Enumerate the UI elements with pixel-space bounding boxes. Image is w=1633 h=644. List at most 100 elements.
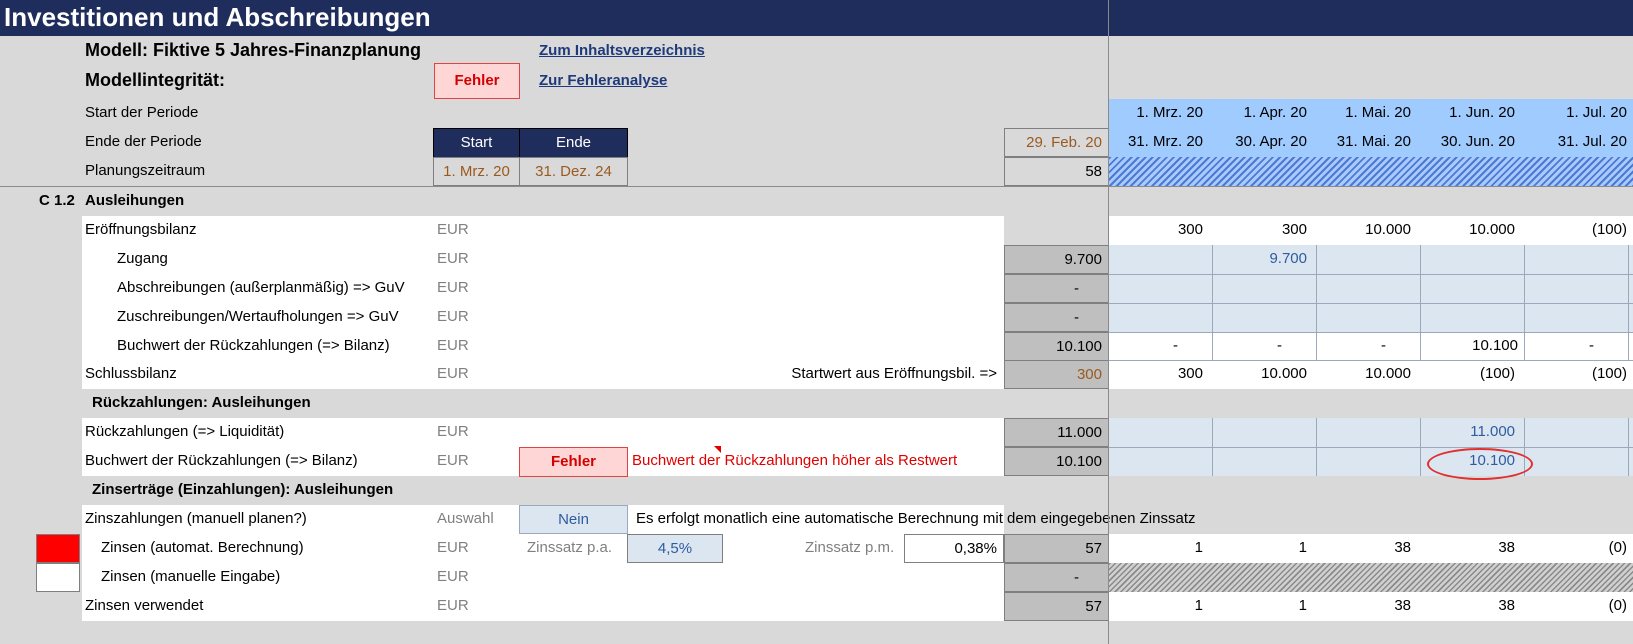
section-number: C 1.2 bbox=[39, 192, 75, 209]
period-end-5: 31. Jul. 20 bbox=[1557, 133, 1627, 150]
period-start-3: 1. Mai. 20 bbox=[1345, 104, 1411, 121]
interest-auto-unit: EUR bbox=[437, 539, 469, 556]
closing-label: Schlussbilanz bbox=[85, 365, 177, 382]
rate-pm-label: Zinssatz p.m. bbox=[805, 539, 895, 556]
interest-manual-note: Es erfolgt monatlich eine automatische B… bbox=[636, 510, 1196, 527]
toc-link[interactable]: Zum Inhaltsverzeichnis bbox=[539, 42, 705, 59]
interest-auto-val-4: 38 bbox=[1498, 539, 1515, 556]
period-start-1: 1. Mrz. 20 bbox=[1136, 104, 1203, 121]
integrity-status-badge[interactable]: Fehler bbox=[434, 63, 520, 99]
prior-period-end: 29. Feb. 20 bbox=[1004, 128, 1109, 157]
interest-used-label: Zinsen verwendet bbox=[85, 597, 204, 614]
rate-pa-label: Zinssatz p.a. bbox=[527, 539, 613, 556]
period-end-2: 30. Apr. 20 bbox=[1235, 133, 1307, 150]
closing-total: 300 bbox=[1004, 360, 1109, 389]
interest-auto-val-5: (0) bbox=[1608, 539, 1627, 556]
error-highlight-ellipse bbox=[1427, 448, 1533, 480]
status-flag-red bbox=[36, 534, 80, 563]
appreciation-total: - bbox=[1004, 303, 1109, 332]
period-start-label: Start der Periode bbox=[85, 104, 199, 121]
opening-val-3: 10.000 bbox=[1365, 221, 1411, 238]
interest-manual-select[interactable]: Nein bbox=[519, 505, 628, 534]
section-divider bbox=[0, 186, 1633, 187]
closing-val-5: (100) bbox=[1591, 365, 1627, 382]
bookvalue-val-3: - bbox=[1317, 332, 1421, 360]
interest-manual-label: Zinszahlungen (manuell planen?) bbox=[85, 510, 307, 527]
additions-unit: EUR bbox=[437, 250, 469, 267]
appreciation-label: Zuschreibungen/Wertaufholungen => GuV bbox=[117, 308, 399, 325]
period-end-4: 30. Jun. 20 bbox=[1440, 133, 1515, 150]
page-title: Investitionen und Abschreibungen bbox=[4, 2, 431, 32]
depreciation-label: Abschreibungen (außerplanmäßig) => GuV bbox=[117, 279, 405, 296]
bookvalue-val-1: - bbox=[1109, 332, 1213, 360]
repay-liquidity-unit: EUR bbox=[437, 423, 469, 440]
repay-bookvalue-error-message: Buchwert der Rückzahlungen höher als Res… bbox=[632, 452, 958, 469]
input-grid-line bbox=[1109, 274, 1633, 275]
end-header: Ende bbox=[519, 128, 628, 158]
opening-val-1: 300 bbox=[1177, 221, 1203, 238]
bookvalue-val-2: - bbox=[1213, 332, 1317, 360]
interest-used-val-3: 38 bbox=[1394, 597, 1411, 614]
interest-used-val-2: 1 bbox=[1298, 597, 1307, 614]
repayments-title: Rückzahlungen: Ausleihungen bbox=[92, 394, 311, 411]
plan-end-date: 31. Dez. 24 bbox=[519, 157, 628, 186]
closing-val-3: 10.000 bbox=[1365, 365, 1411, 382]
opening-label: Eröffnungsbilanz bbox=[85, 221, 197, 238]
error-analysis-link[interactable]: Zur Fehleranalyse bbox=[539, 72, 667, 89]
bookvalue-val-4: 10.100 bbox=[1421, 332, 1525, 360]
bookvalue-val-5: - bbox=[1525, 332, 1629, 360]
repay-liquidity-val-4[interactable]: 11.000 bbox=[1421, 418, 1521, 446]
closing-unit: EUR bbox=[437, 365, 469, 382]
period-start-4: 1. Jun. 20 bbox=[1449, 104, 1515, 121]
section-title: Ausleihungen bbox=[85, 192, 185, 209]
repay-bookvalue-label: Buchwert der Rückzahlungen (=> Bilanz) bbox=[85, 452, 358, 469]
interest-auto-val-2: 1 bbox=[1298, 539, 1307, 556]
opening-val-5: (100) bbox=[1591, 221, 1627, 238]
period-end-1: 31. Mrz. 20 bbox=[1127, 133, 1203, 150]
interest-used-val-5: (0) bbox=[1608, 597, 1627, 614]
period-end-3: 31. Mai. 20 bbox=[1336, 133, 1411, 150]
interest-used-unit: EUR bbox=[437, 597, 469, 614]
interest-title: Zinserträge (Einzahlungen): Ausleihungen bbox=[92, 481, 394, 498]
period-end-label: Ende der Periode bbox=[85, 133, 202, 150]
additions-val-2[interactable]: 9.700 bbox=[1213, 245, 1313, 273]
interest-manual-input-unit: EUR bbox=[437, 568, 469, 585]
input-grid-line bbox=[1109, 447, 1633, 448]
repay-bookvalue-error-badge: Fehler bbox=[519, 447, 628, 477]
status-flag-white bbox=[36, 563, 80, 592]
interest-manual-input-total: - bbox=[1004, 563, 1109, 592]
interest-used-val-1: 1 bbox=[1194, 597, 1203, 614]
input-grid-top[interactable] bbox=[1109, 245, 1633, 332]
opening-val-4: 10.000 bbox=[1469, 221, 1515, 238]
timeline-hatch bbox=[1109, 157, 1633, 186]
appreciation-unit: EUR bbox=[437, 308, 469, 325]
interest-auto-total: 57 bbox=[1004, 534, 1109, 563]
interest-auto-val-3: 38 bbox=[1394, 539, 1411, 556]
bookvalue-label: Buchwert der Rückzahlungen (=> Bilanz) bbox=[117, 337, 390, 354]
model-name: Modell: Fiktive 5 Jahres-Finanzplanung bbox=[85, 40, 422, 60]
interest-auto-label: Zinsen (automat. Berechnung) bbox=[101, 539, 304, 556]
opening-unit: EUR bbox=[437, 221, 469, 238]
interest-used-total: 57 bbox=[1004, 592, 1109, 621]
repay-liquidity-label: Rückzahlungen (=> Liquidität) bbox=[85, 423, 285, 440]
plan-start-date: 1. Mrz. 20 bbox=[433, 157, 520, 186]
comment-marker-icon[interactable] bbox=[714, 446, 721, 453]
interest-auto-val-1: 1 bbox=[1194, 539, 1203, 556]
repay-liquidity-total: 11.000 bbox=[1004, 418, 1109, 447]
period-start-5: 1. Jul. 20 bbox=[1566, 104, 1627, 121]
depreciation-total: - bbox=[1004, 274, 1109, 303]
rate-pa-input[interactable]: 4,5% bbox=[627, 534, 723, 563]
additions-label: Zugang bbox=[117, 250, 168, 267]
closing-val-2: 10.000 bbox=[1261, 365, 1307, 382]
bookvalue-total: 10.100 bbox=[1004, 332, 1109, 361]
repay-bookvalue-total: 10.100 bbox=[1004, 447, 1109, 476]
integrity-label: Modellintegrität: bbox=[85, 70, 225, 90]
interest-manual-input-label: Zinsen (manuelle Eingabe) bbox=[101, 568, 281, 585]
input-grid-line bbox=[1109, 303, 1633, 304]
additions-total: 9.700 bbox=[1004, 245, 1109, 274]
bookvalue-unit: EUR bbox=[437, 337, 469, 354]
interest-used-val-4: 38 bbox=[1498, 597, 1515, 614]
manual-interest-hatch bbox=[1109, 563, 1633, 592]
planning-period-label: Planungszeitraum bbox=[85, 162, 206, 179]
opening-val-2: 300 bbox=[1281, 221, 1307, 238]
